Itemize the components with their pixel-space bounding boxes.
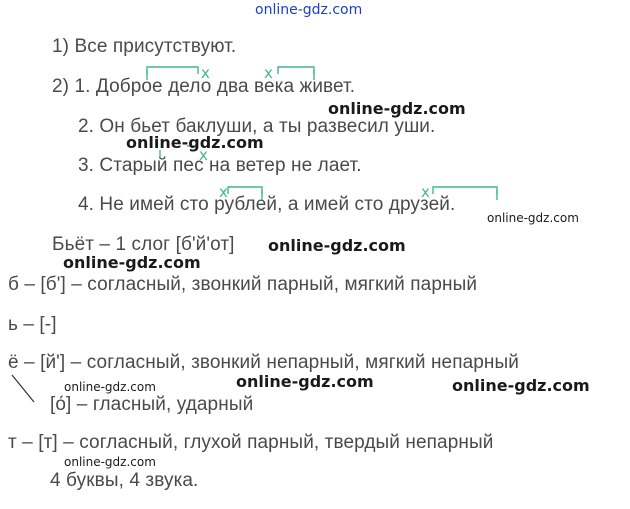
x-mark: x (201, 64, 210, 82)
watermark: online-gdz.com (487, 211, 579, 225)
arc-mark (277, 66, 315, 74)
watermark: online-gdz.com (236, 372, 374, 391)
arc-mark (146, 66, 199, 74)
arc-mark (227, 186, 263, 194)
x-mark: x (264, 64, 273, 82)
watermark: online-gdz.com (63, 253, 201, 272)
x-mark: x (421, 183, 430, 201)
watermark: online-gdz.com (268, 236, 406, 255)
watermark: online-gdz.com (452, 376, 590, 395)
x-mark: x (219, 183, 228, 201)
branch-stroke (11, 374, 35, 403)
watermark: online-gdz.com (126, 133, 264, 152)
arc-mark (432, 186, 498, 194)
watermark: online-gdz.com (64, 455, 156, 469)
watermark: online-gdz.com (328, 99, 466, 118)
watermark: online-gdz.com (64, 380, 156, 394)
